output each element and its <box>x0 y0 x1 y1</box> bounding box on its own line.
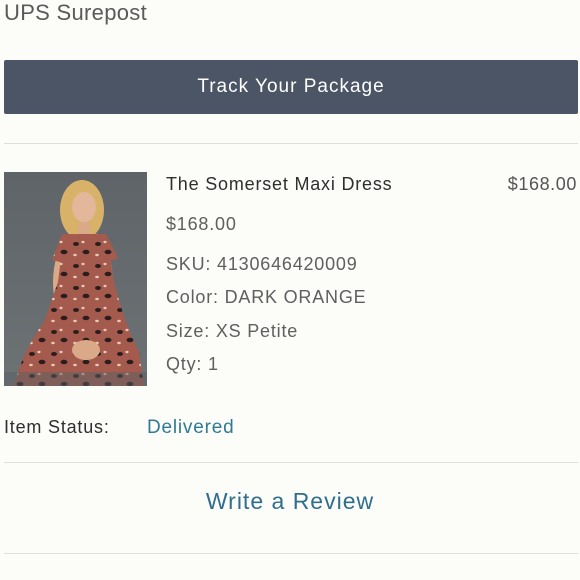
item-status-label: Item Status: <box>4 417 110 437</box>
product-name[interactable]: The Somerset Maxi Dress <box>166 174 392 195</box>
size-text: Size: XS Petite <box>166 321 299 341</box>
write-review-link[interactable]: Write a Review <box>0 488 580 515</box>
qty-text: Qty: 1 <box>166 354 219 374</box>
sku-text: SKU: 4130646420009 <box>166 254 358 274</box>
product-image[interactable] <box>4 172 147 386</box>
divider <box>4 553 578 554</box>
track-package-button[interactable]: Track Your Package <box>4 60 578 114</box>
divider <box>4 143 578 144</box>
carrier-name: UPS Surepost <box>4 0 148 25</box>
item-status-value: Delivered <box>147 417 235 438</box>
divider <box>4 462 578 463</box>
color-text: Color: DARK ORANGE <box>166 287 367 307</box>
dress-model-photo <box>4 172 147 386</box>
line-total: $168.00 <box>507 174 577 194</box>
unit-price: $168.00 <box>166 214 237 234</box>
